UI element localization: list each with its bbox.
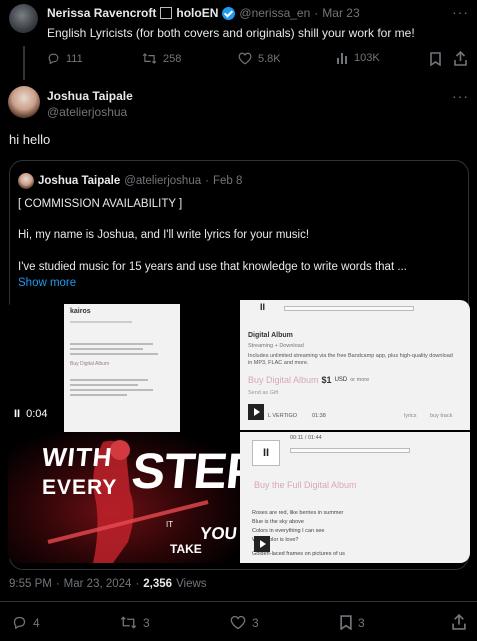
bookmark-action[interactable]: 3 [340,615,365,630]
separator-dot: · [314,6,319,20]
quoted-avatar [18,173,34,189]
lyric-3: Colors in everything I can see [252,528,325,534]
views-label: Views [176,578,207,590]
retweet-count: 3 [143,615,150,630]
retweet-icon [120,615,137,630]
video-left-doc: kairos Buy Digital Album [64,304,180,432]
price: $1 [321,375,332,385]
avatar-nerissa[interactable] [9,4,38,33]
panel-pause-icon: II [260,302,266,312]
bookmark-count: 3 [358,615,365,630]
like-action[interactable]: 3 [230,615,259,630]
like-count: 5.8K [258,52,281,65]
currency: USD [334,377,348,383]
album-desc: Includes unlimited streaming via the fre… [248,353,453,366]
retweet-count: 258 [163,52,182,65]
tweet-text: hi hello [9,132,51,147]
player-pause-icon: II [252,440,280,466]
lyric-2: Blue is the sky above [252,519,304,525]
overlay-it: IT [166,520,174,529]
quoted-line-2: Hi, my name is Joshua, and I'll write ly… [18,229,310,241]
tweet-date[interactable]: Mar 23 [322,6,359,20]
overlay-take: TAKE [170,542,202,556]
views-chart-icon [336,52,348,64]
buy-digital-album: Buy Digital Album [248,375,319,385]
quoted-line-3: I've studied music for 15 years and use … [18,261,407,273]
reply-count: 4 [33,615,40,630]
player-progress [290,448,410,453]
views-count: 103K [354,52,380,64]
track-play-icon [248,404,264,420]
track-buy: buy track [430,413,453,419]
like-action[interactable]: 5.8K [238,52,281,65]
overlay-with: WITH [40,442,115,472]
separator-dot: · [135,578,140,590]
retweet-action[interactable]: 258 [142,52,181,65]
lyric-1: Roses are red, like berries in summer [252,510,344,516]
or-more: or more [350,377,370,383]
left-doc-buy: Buy Digital Album [70,361,110,367]
reply-action[interactable]: 111 [47,52,83,65]
author-handle[interactable]: @nerissa_en [239,6,310,20]
album-sub: Streaming + Download [248,343,304,349]
quoted-line-1: [ COMMISSION AVAILABILITY ] [18,198,183,210]
panel-progress-bar [284,306,414,311]
share-icon[interactable] [454,51,467,66]
separator-dot: · [205,175,209,187]
reply-icon [47,52,60,65]
views-action[interactable]: 103K [336,52,380,64]
author-name[interactable]: Nerissa Ravencroft [47,6,156,20]
heart-icon [238,52,252,65]
bandcamp-panel-bottom: 00:11 / 01:44 II Buy the Full Digital Al… [240,432,470,563]
author-name[interactable]: Joshua Taipale [47,89,133,103]
left-doc-title: kairos [70,308,91,315]
more-options-icon[interactable]: ··· [452,88,469,104]
quoted-author-handle[interactable]: @atelierjoshua [124,175,201,187]
overlay-every: EVERY [42,476,118,499]
lyric-play-icon [254,536,270,552]
post-date[interactable]: Mar 23, 2024 [64,578,132,590]
send-gift: Send as Gift [248,390,279,396]
thread-line [23,46,25,80]
retweet-icon [142,52,157,65]
reply-count: 111 [66,52,83,65]
quoted-date[interactable]: Feb 8 [213,175,242,187]
divider [0,601,477,602]
track-lyrics: lyrics [404,413,417,419]
reply-action[interactable]: 4 [12,615,40,630]
author-handle[interactable]: @atelierjoshua [47,105,127,119]
video-time: 0:04 [26,408,48,420]
name-glyph [160,7,173,19]
share-icon[interactable] [452,614,466,630]
album-label: Digital Album [248,332,293,339]
avatar-joshua[interactable] [8,86,40,118]
bookmark-icon[interactable] [430,52,441,66]
video-player[interactable]: kairos Buy Digital Album WITH EVERY STEP… [8,300,470,563]
pause-icon[interactable]: II [14,408,20,420]
more-options-icon[interactable]: ··· [452,4,469,20]
track-name: L VERTIGO [268,413,298,419]
bookmark-icon [340,615,352,630]
retweet-action[interactable]: 3 [120,615,150,630]
like-count: 3 [252,615,259,630]
tweet-text: English Lyricists (for both covers and o… [47,26,415,40]
quoted-author-name[interactable]: Joshua Taipale [38,175,120,187]
heart-icon [230,615,246,630]
separator-dot: · [55,578,60,590]
author-name-suffix[interactable]: holoEN [176,6,218,20]
verified-badge-icon [222,6,236,20]
show-more-link[interactable]: Show more [18,277,76,289]
bandcamp-panel-top: II Digital Album Streaming + Download In… [240,300,470,430]
video-playback-control[interactable]: II 0:04 [14,408,48,420]
overlay-step: STEP [129,443,240,499]
player-time: 00:11 / 01:44 [290,435,322,441]
post-time[interactable]: 9:55 PM [9,578,52,590]
reply-icon [12,615,27,630]
video-poster-art: WITH EVERY STEP IT YOU TAKE [8,432,240,563]
buy-full-album: Buy the Full Digital Album [254,480,357,490]
overlay-you: YOU [199,524,238,543]
track-time: 01:38 [312,413,326,419]
view-count: 2,356 [143,578,173,590]
